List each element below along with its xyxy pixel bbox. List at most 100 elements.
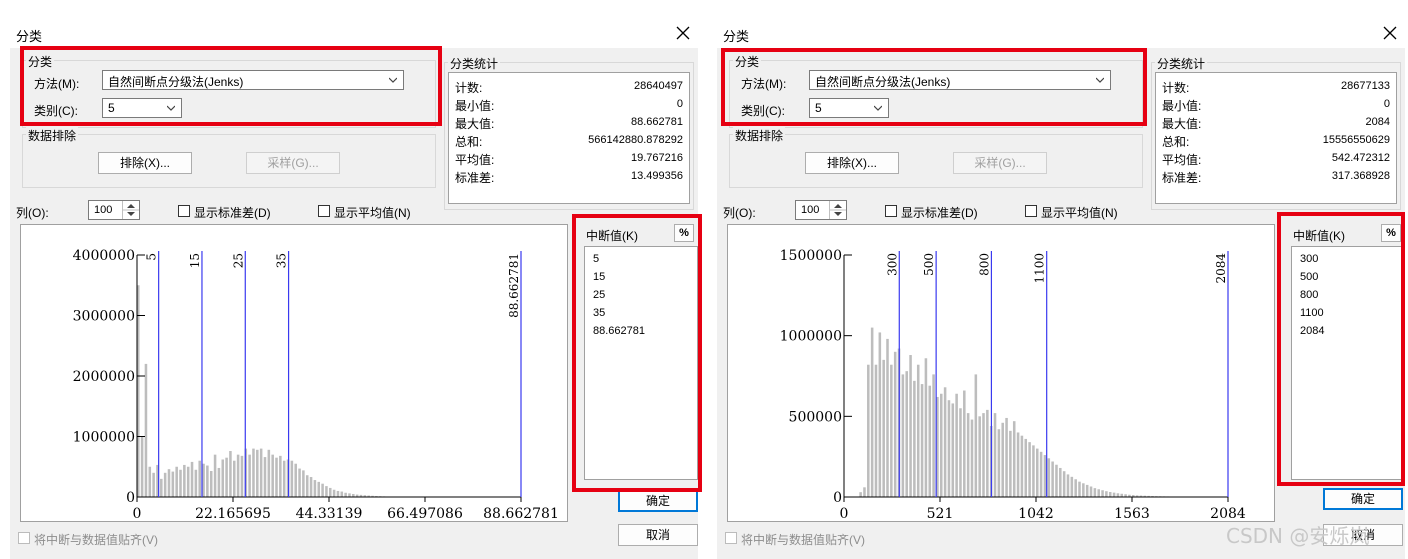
ok-button[interactable]: 确定: [1323, 488, 1403, 510]
histogram-bar: [947, 400, 951, 497]
method-label: 方法(M):: [741, 77, 787, 91]
break-item[interactable]: 500: [1300, 271, 1318, 283]
break-item[interactable]: 35: [593, 307, 605, 319]
snap-checkbox[interactable]: [18, 532, 30, 544]
break-item[interactable]: 800: [1300, 289, 1318, 301]
dialog-title: 分类: [723, 29, 750, 44]
histogram-bar: [997, 429, 1001, 497]
break-item[interactable]: 5: [593, 253, 599, 265]
histogram-bar: [882, 359, 885, 497]
histogram-bar: [190, 461, 194, 497]
classes-select[interactable]: 5: [102, 98, 182, 118]
breaks-list[interactable]: 300 500 800 1100 2084: [1291, 246, 1405, 480]
break-label: 5: [145, 253, 159, 261]
histogram-bar: [1012, 421, 1016, 497]
stat-value: 28677133: [1341, 80, 1390, 92]
histogram-bar: [1059, 467, 1062, 497]
show-std-checkbox[interactable]: [885, 205, 897, 217]
breaks-list[interactable]: 5 15 25 35 88.662781: [584, 246, 698, 480]
show-std-checkbox[interactable]: [178, 205, 190, 217]
histogram-chart[interactable]: 0 500000 1000000 1500000 0 521 1042 1563 2084 300…: [727, 224, 1275, 522]
break-label: 88.662781: [507, 253, 521, 318]
columns-value: 100: [801, 204, 820, 216]
histogram-bar: [878, 332, 882, 497]
sample-button[interactable]: 采样(G)...: [246, 152, 340, 174]
exclude-button[interactable]: 排除(X)...: [805, 152, 899, 174]
histogram-bar: [1085, 484, 1089, 497]
stat-value: 13.499356: [631, 170, 683, 182]
histogram-bar: [928, 385, 932, 497]
break-item[interactable]: 15: [593, 271, 605, 283]
show-mean-checkbox[interactable]: [1025, 205, 1037, 217]
stat-label: 最小值:: [455, 99, 495, 113]
columns-spinner[interactable]: 100: [88, 200, 140, 220]
histogram-bar: [194, 469, 198, 498]
snap-checkbox[interactable]: [725, 532, 737, 544]
break-item[interactable]: 2084: [1300, 325, 1324, 337]
histogram-bar: [302, 470, 305, 497]
histogram-bar: [198, 460, 201, 497]
stat-row: 最小值: 0: [1162, 95, 1390, 113]
histogram-bar: [893, 351, 897, 497]
histogram-bar: [160, 478, 163, 497]
histogram-bar: [229, 451, 232, 497]
histogram-bar: [874, 364, 878, 497]
y-tick-label: 1500000: [780, 248, 842, 264]
histogram-bar: [924, 358, 928, 497]
stat-row: 最大值: 88.662781: [455, 113, 683, 131]
histogram-bar: [321, 483, 324, 497]
break-item[interactable]: 1100: [1300, 307, 1324, 319]
stat-value: 542.472312: [1331, 152, 1390, 164]
percent-button[interactable]: %: [674, 224, 694, 242]
columns-label: 列(O):: [723, 206, 756, 220]
histogram-bar: [1024, 438, 1028, 497]
histogram-svg[interactable]: 0 1000000 2000000 3000000 4000000 0 22.165695 4…: [21, 225, 567, 521]
cancel-button[interactable]: 取消: [618, 524, 698, 546]
histogram-svg[interactable]: 0 500000 1000000 1500000 0 521 1042 1563 2084 300…: [728, 225, 1274, 521]
classes-select[interactable]: 5: [809, 98, 889, 118]
spinner-arrows-icon[interactable]: [122, 201, 139, 219]
x-tick-label: 44.33139: [296, 506, 363, 521]
close-icon[interactable]: [1381, 24, 1399, 42]
columns-spinner[interactable]: 100: [795, 200, 847, 220]
classes-value: 5: [815, 101, 822, 115]
exclude-button[interactable]: 排除(X)...: [98, 152, 192, 174]
histogram-bar: [1055, 464, 1058, 497]
histogram-bar: [963, 390, 966, 497]
x-tick-label: 521: [927, 506, 954, 521]
histogram-bar: [144, 363, 148, 497]
stat-value: 28640497: [634, 80, 683, 92]
histogram-chart[interactable]: 0 1000000 2000000 3000000 4000000 0 22.165695 4…: [20, 224, 568, 522]
ok-button[interactable]: 确定: [618, 490, 698, 512]
histogram-bar: [259, 448, 263, 497]
histogram-bar: [870, 327, 874, 497]
classification-group-title: 分类: [26, 53, 55, 70]
method-select[interactable]: 自然间断点分级法(Jenks): [102, 70, 404, 90]
histogram-bar: [271, 454, 274, 497]
histogram-bar: [1051, 461, 1054, 497]
stat-row: 平均值: 542.472312: [1162, 149, 1390, 167]
histogram-bar: [248, 454, 251, 497]
histogram-bar: [298, 468, 301, 497]
break-item[interactable]: 300: [1300, 253, 1318, 265]
method-select[interactable]: 自然间断点分级法(Jenks): [809, 70, 1111, 90]
close-icon[interactable]: [674, 24, 692, 42]
percent-button[interactable]: %: [1381, 224, 1401, 242]
stats-box: 计数: 28640497 最小值: 0 最大值: 88.662781 总和: 56614…: [448, 72, 690, 204]
data-exclusion-group-title: 数据排除: [26, 127, 79, 144]
sample-button[interactable]: 采样(G)...: [953, 152, 1047, 174]
show-mean-checkbox[interactable]: [318, 205, 330, 217]
break-item[interactable]: 88.662781: [593, 325, 645, 337]
histogram-bar: [1032, 445, 1035, 497]
spinner-arrows-icon[interactable]: [829, 201, 846, 219]
histogram-bar: [275, 457, 278, 498]
dialog-title: 分类: [16, 29, 43, 44]
break-item[interactable]: 25: [593, 289, 605, 301]
stat-row: 最大值: 2084: [1162, 113, 1390, 131]
histogram-bar: [336, 490, 340, 497]
title-bar: [717, 18, 1405, 48]
histogram-bar: [940, 393, 943, 497]
stat-label: 最大值:: [1162, 117, 1202, 131]
histogram-bar: [163, 472, 167, 497]
histogram-bar: [1020, 435, 1024, 497]
